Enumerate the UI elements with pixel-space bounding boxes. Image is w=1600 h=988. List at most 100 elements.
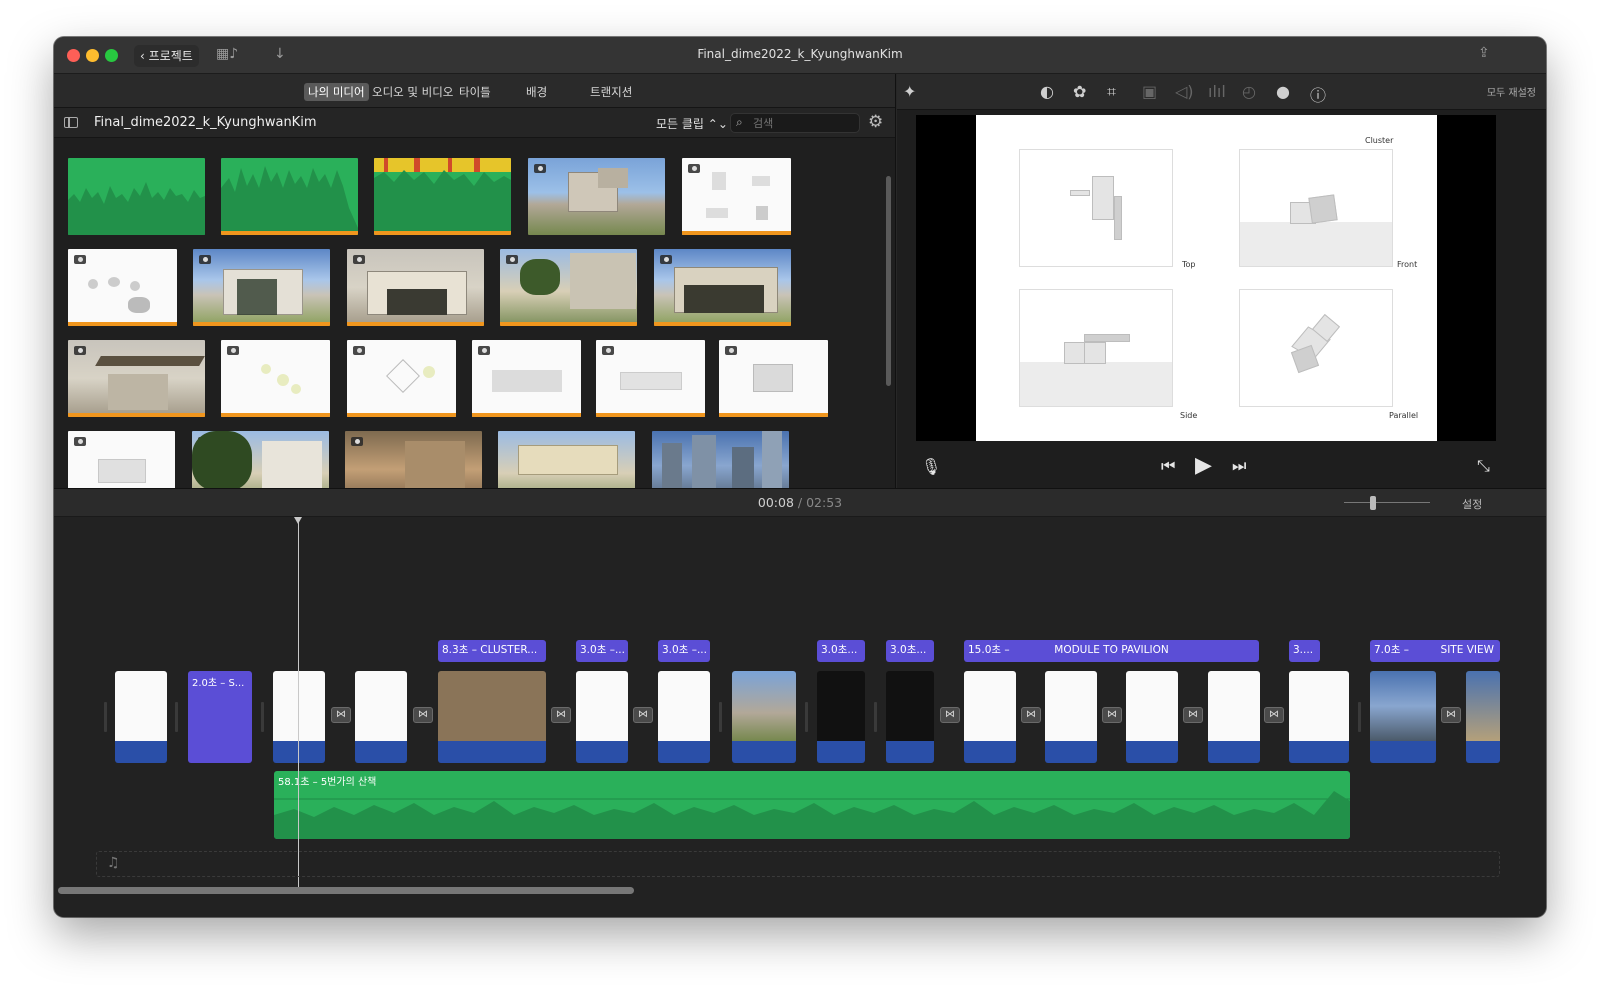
audio-track[interactable]: 58.1초 – 5번가의 산책 — [274, 771, 1350, 839]
media-thumb[interactable] — [682, 158, 791, 235]
drawing-shape — [706, 208, 728, 218]
timeline-clip[interactable] — [1466, 671, 1500, 763]
transition-icon[interactable]: ⋈ — [1102, 707, 1122, 723]
crop-icon[interactable]: ⌗ — [1107, 82, 1116, 102]
zoom-slider-knob[interactable] — [1370, 496, 1376, 510]
sidebar-toggle-icon[interactable] — [64, 117, 78, 128]
title-clip[interactable]: 8.3초 – CLUSTER... — [438, 640, 546, 662]
media-thumb[interactable] — [347, 340, 456, 417]
timeline-clip[interactable] — [658, 671, 710, 763]
timeline-clip[interactable] — [576, 671, 628, 763]
timeline-clip[interactable] — [273, 671, 325, 763]
timeline-clip[interactable] — [115, 671, 167, 763]
media-thumb[interactable] — [345, 431, 482, 488]
timeline-clip[interactable] — [817, 671, 865, 763]
timeline-clip[interactable] — [1370, 671, 1436, 763]
media-thumb[interactable] — [193, 249, 330, 326]
share-icon[interactable]: ⇪ — [1478, 45, 1490, 61]
usage-bar — [719, 413, 828, 417]
tab-audio-video[interactable]: 오디오 및 비디오 — [368, 83, 457, 101]
title-clip[interactable]: 3.... — [1289, 640, 1320, 662]
transition-icon[interactable]: ⋈ — [1441, 707, 1461, 723]
media-thumb[interactable] — [192, 431, 329, 488]
playhead[interactable] — [294, 517, 302, 887]
title-clip[interactable]: 3.0초 –... — [658, 640, 710, 662]
color-balance-icon[interactable]: ◐ — [1040, 82, 1054, 101]
volume-icon[interactable]: ◁) — [1175, 82, 1194, 101]
timeline-settings-button[interactable]: 설정 — [1462, 496, 1482, 512]
search-field[interactable]: ⌕ — [730, 113, 860, 133]
timeline-scrollbar[interactable] — [58, 887, 634, 894]
clip-filter-select[interactable]: 모든 클립 ⌃⌄ — [656, 115, 728, 132]
media-thumb[interactable] — [472, 340, 581, 417]
media-thumb[interactable] — [68, 431, 175, 488]
camera-icon — [74, 255, 86, 264]
floor-plane — [1240, 222, 1392, 266]
timeline-clip[interactable] — [1208, 671, 1260, 763]
title-clip-module-to-pavilion[interactable]: 15.0초 – MODULE TO PAVILION — [964, 640, 1259, 662]
timeline-title-clip[interactable]: 2.0초 – S... — [188, 671, 252, 763]
info-icon[interactable]: ⓘ — [1310, 82, 1326, 106]
skip-forward-icon[interactable]: ⏭︎ — [1232, 456, 1246, 476]
camera-icon — [351, 437, 363, 446]
timeline-clip[interactable] — [886, 671, 934, 763]
search-input[interactable] — [753, 115, 853, 131]
media-thumb[interactable] — [221, 340, 330, 417]
title-clip[interactable]: 3.0초... — [886, 640, 934, 662]
transition-icon[interactable]: ⋈ — [940, 707, 960, 723]
magic-wand-icon[interactable]: ✦ — [903, 82, 916, 101]
timeline-clip[interactable] — [438, 671, 546, 763]
color-correction-icon[interactable]: ✿ — [1073, 82, 1086, 101]
zoom-slider-track[interactable] — [1344, 502, 1430, 503]
music-lane[interactable]: ♫ — [96, 851, 1500, 877]
tab-titles[interactable]: 타이틀 — [455, 83, 495, 101]
browser-scrollbar[interactable] — [886, 176, 891, 386]
tab-backgrounds[interactable]: 배경 — [522, 83, 551, 101]
media-thumb[interactable] — [654, 249, 791, 326]
title-clip-site-view[interactable]: 7.0초 – SITE VIEW — [1370, 640, 1500, 662]
speed-icon[interactable]: ◴ — [1242, 82, 1256, 101]
media-thumb[interactable] — [347, 249, 484, 326]
timeline-clip[interactable] — [1126, 671, 1178, 763]
skip-back-icon[interactable]: ⏮︎ — [1161, 456, 1175, 476]
playback-controls: 🎙︎ ⏮︎ ▶ ⏭︎ ⤡ — [897, 444, 1546, 488]
media-thumb[interactable] — [68, 340, 205, 417]
title-clip[interactable]: 3.0초... — [817, 640, 865, 662]
tab-transitions[interactable]: 트랜지션 — [586, 83, 636, 101]
timeline-clip[interactable] — [732, 671, 796, 763]
timeline-clip[interactable] — [1045, 671, 1097, 763]
media-thumb[interactable] — [596, 340, 705, 417]
timeline-clip[interactable] — [355, 671, 407, 763]
media-thumb[interactable] — [68, 158, 205, 235]
transition-icon[interactable]: ⋈ — [1183, 707, 1203, 723]
equalizer-icon[interactable]: ılıl — [1208, 82, 1226, 101]
transition-icon[interactable]: ⋈ — [413, 707, 433, 723]
timeline-clip[interactable] — [964, 671, 1016, 763]
microphone-icon[interactable]: 🎙︎ — [921, 457, 941, 476]
title-clip[interactable]: 3.0초 –... — [576, 640, 628, 662]
transition-icon[interactable]: ⋈ — [1264, 707, 1284, 723]
media-thumb[interactable] — [374, 158, 511, 235]
media-thumb[interactable] — [719, 340, 828, 417]
timeline-clip[interactable] — [1289, 671, 1349, 763]
media-thumb[interactable] — [652, 431, 789, 488]
play-icon[interactable]: ▶ — [1195, 453, 1212, 478]
media-thumb[interactable] — [500, 249, 637, 326]
media-thumb[interactable] — [221, 158, 358, 235]
pavilion-shape — [387, 289, 447, 315]
fullscreen-icon[interactable]: ⤡ — [1477, 456, 1490, 476]
media-thumb[interactable] — [498, 431, 635, 488]
transition-icon[interactable]: ⋈ — [633, 707, 653, 723]
media-thumb[interactable] — [68, 249, 177, 326]
reset-all-button[interactable]: 모두 재설정 — [1487, 84, 1536, 99]
clip-filter-icon[interactable]: ● — [1276, 82, 1290, 101]
gear-icon[interactable]: ⚙ — [868, 112, 883, 132]
stabilization-icon[interactable]: ▣ — [1142, 82, 1157, 101]
tab-my-media[interactable]: 나의 미디어 — [304, 83, 369, 101]
transition-icon[interactable]: ⋈ — [551, 707, 571, 723]
media-thumb[interactable] — [528, 158, 665, 235]
view-label-top: Top — [1182, 260, 1196, 269]
camera-icon — [688, 164, 700, 173]
transition-icon[interactable]: ⋈ — [1021, 707, 1041, 723]
transition-icon[interactable]: ⋈ — [331, 707, 351, 723]
